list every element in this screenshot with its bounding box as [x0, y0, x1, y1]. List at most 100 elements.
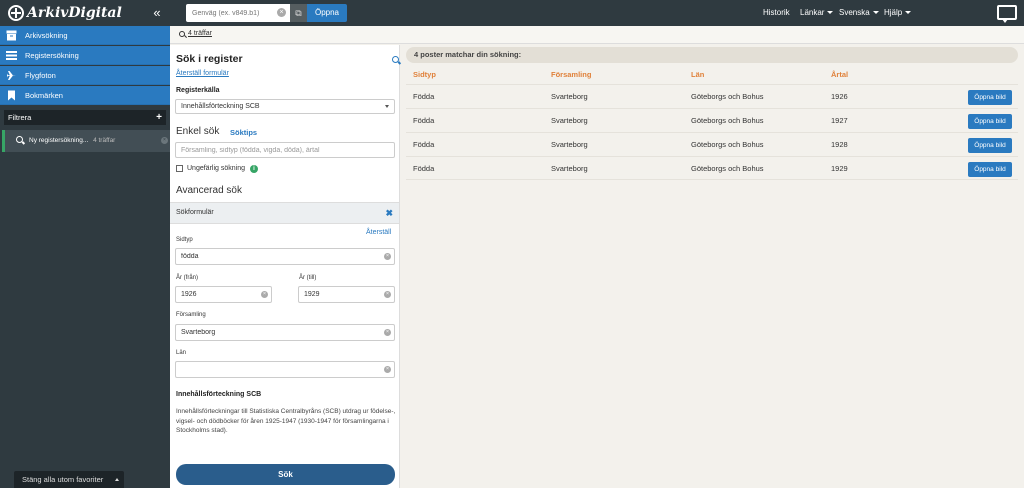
clear-icon[interactable]: × — [384, 329, 391, 336]
logo-text: ArkivDigital — [27, 5, 122, 21]
sidebar-item-label: Arkivsökning — [25, 31, 68, 40]
table-row[interactable]: Födda Svarteborg Göteborgs och Bohus 192… — [406, 84, 1018, 108]
close-icon[interactable]: × — [161, 137, 168, 144]
clear-icon[interactable]: × — [384, 291, 391, 298]
clear-icon[interactable]: × — [384, 253, 391, 260]
nav-language-label: Svenska — [839, 8, 870, 17]
search-tips-link[interactable]: Söktips — [230, 128, 257, 137]
year-from-input[interactable] — [175, 286, 272, 303]
close-all-label: Stäng alla utom favoriter — [22, 475, 104, 484]
search-form-header: Sökformulär ✖ — [170, 202, 399, 224]
source-select[interactable]: Innehållsförteckning SCB — [175, 99, 395, 114]
reset-form-link[interactable]: Återställ formulär — [176, 70, 229, 77]
table-row[interactable]: Födda Svarteborg Göteborgs och Bohus 192… — [406, 156, 1018, 180]
column-header-sidtyp[interactable]: Sidtyp — [413, 70, 436, 79]
simple-search-title: Enkel sök — [176, 126, 220, 137]
archive-icon — [6, 30, 17, 41]
sidebar-item-label: Flygfoton — [25, 71, 56, 80]
search-panel: Sök i register Återställ formulär Regist… — [170, 45, 400, 488]
sidebar: Arkivsökning Registersökning Flygfoton B… — [0, 26, 170, 488]
breadcrumb: 4 träffar — [170, 26, 1024, 44]
sidebar-item-bokmarken[interactable]: Bokmärken — [0, 86, 170, 105]
cell-lan: Göteborgs och Bohus — [691, 140, 764, 149]
search-icon[interactable] — [392, 56, 399, 63]
nav-history-label: Historik — [763, 8, 790, 17]
sidebar-item-label: Registersökning — [25, 51, 79, 60]
cell-sidtyp: Födda — [413, 140, 435, 149]
open-image-button[interactable]: Öppna bild — [968, 114, 1012, 129]
clear-icon[interactable]: × — [277, 8, 286, 17]
county-input[interactable] — [175, 361, 395, 378]
parish-label: Församling — [176, 312, 206, 318]
cell-sidtyp: Födda — [413, 116, 435, 125]
cell-sidtyp: Födda — [413, 164, 435, 173]
nav-help[interactable]: Hjälp — [884, 0, 912, 26]
parish-input[interactable] — [175, 324, 395, 341]
shortcut-input[interactable] — [192, 4, 272, 22]
results-summary: 4 poster matchar din sökning: — [406, 47, 1018, 63]
top-bar: ArkivDigital « × ⧉ Öppna Historik Länkar… — [0, 0, 1024, 26]
saved-search-item[interactable]: Ny registersökning... 4 träffar × — [2, 130, 170, 152]
close-all-button[interactable]: Stäng alla utom favoriter — [14, 471, 124, 488]
sidtyp-input[interactable] — [175, 248, 395, 265]
source-info-text: Innehållsförteckningar till Statistiska … — [176, 408, 396, 434]
cell-lan: Göteborgs och Bohus — [691, 116, 764, 125]
filter-label: Filtrera — [8, 113, 32, 122]
plus-icon[interactable]: + — [156, 110, 162, 125]
bookmark-icon — [8, 90, 15, 101]
reset-link[interactable]: Återställ — [366, 229, 391, 236]
approx-search-checkbox[interactable] — [176, 165, 183, 172]
table-row[interactable]: Födda Svarteborg Göteborgs och Bohus 192… — [406, 132, 1018, 156]
cell-lan: Göteborgs och Bohus — [691, 164, 764, 173]
table-row[interactable]: Födda Svarteborg Göteborgs och Bohus 192… — [406, 108, 1018, 132]
sidebar-item-arkivsokning[interactable]: Arkivsökning — [0, 26, 170, 45]
nav-history[interactable]: Historik — [763, 0, 790, 26]
chevron-up-icon — [115, 478, 119, 481]
open-button[interactable]: Öppna — [307, 4, 347, 22]
cell-forsamling: Svarteborg — [551, 164, 588, 173]
nav-help-label: Hjälp — [884, 8, 903, 17]
saved-search-label: Ny registersökning... — [29, 137, 89, 144]
copy-icon: ⧉ — [295, 8, 302, 18]
cell-artal: 1927 — [831, 116, 848, 125]
simple-search-input[interactable] — [175, 142, 395, 158]
search-button[interactable]: Sök — [176, 464, 395, 485]
chevron-down-icon — [905, 11, 912, 15]
sidtyp-label: Sidtyp — [176, 237, 193, 243]
column-header-artal[interactable]: Årtal — [831, 70, 848, 79]
column-header-forsamling[interactable]: Församling — [551, 70, 591, 79]
nav-links[interactable]: Länkar — [800, 0, 834, 26]
shortcut-field: × — [186, 4, 290, 22]
clear-icon[interactable]: × — [384, 366, 391, 373]
county-label: Län — [176, 350, 187, 356]
search-icon — [16, 136, 23, 143]
year-to-input[interactable] — [298, 286, 395, 303]
chat-icon[interactable] — [997, 5, 1017, 23]
open-image-button[interactable]: Öppna bild — [968, 162, 1012, 177]
clear-icon[interactable]: × — [261, 291, 268, 298]
sidebar-item-registersokning[interactable]: Registersökning — [0, 46, 170, 65]
filter-bar[interactable]: Filtrera + — [4, 110, 166, 125]
cell-artal: 1926 — [831, 92, 848, 101]
breadcrumb-link[interactable]: 4 träffar — [188, 30, 212, 37]
open-image-button[interactable]: Öppna bild — [968, 90, 1012, 105]
copy-button[interactable]: ⧉ — [290, 4, 307, 22]
info-icon[interactable]: i — [250, 165, 258, 173]
source-info-title: Innehållsförteckning SCB — [176, 391, 262, 398]
nav-language[interactable]: Svenska — [839, 0, 879, 26]
cell-artal: 1929 — [831, 164, 848, 173]
collapse-sidebar-button[interactable]: « — [148, 4, 166, 22]
open-image-button[interactable]: Öppna bild — [968, 138, 1012, 153]
logo[interactable]: ArkivDigital — [8, 4, 122, 22]
year-from-label: År (från) — [176, 275, 199, 281]
sidebar-item-flygfoton[interactable]: Flygfoton — [0, 66, 170, 85]
close-icon[interactable]: ✖ — [385, 203, 393, 223]
sidebar-item-label: Bokmärken — [25, 91, 63, 100]
search-icon — [179, 31, 185, 37]
chevron-down-icon — [872, 11, 879, 15]
column-header-lan[interactable]: Län — [691, 70, 704, 79]
saved-search-hits: 4 träffar — [93, 137, 116, 144]
plane-icon — [7, 71, 16, 80]
source-select-value: Innehållsförteckning SCB — [181, 103, 260, 110]
panel-title: Sök i register — [176, 53, 243, 65]
